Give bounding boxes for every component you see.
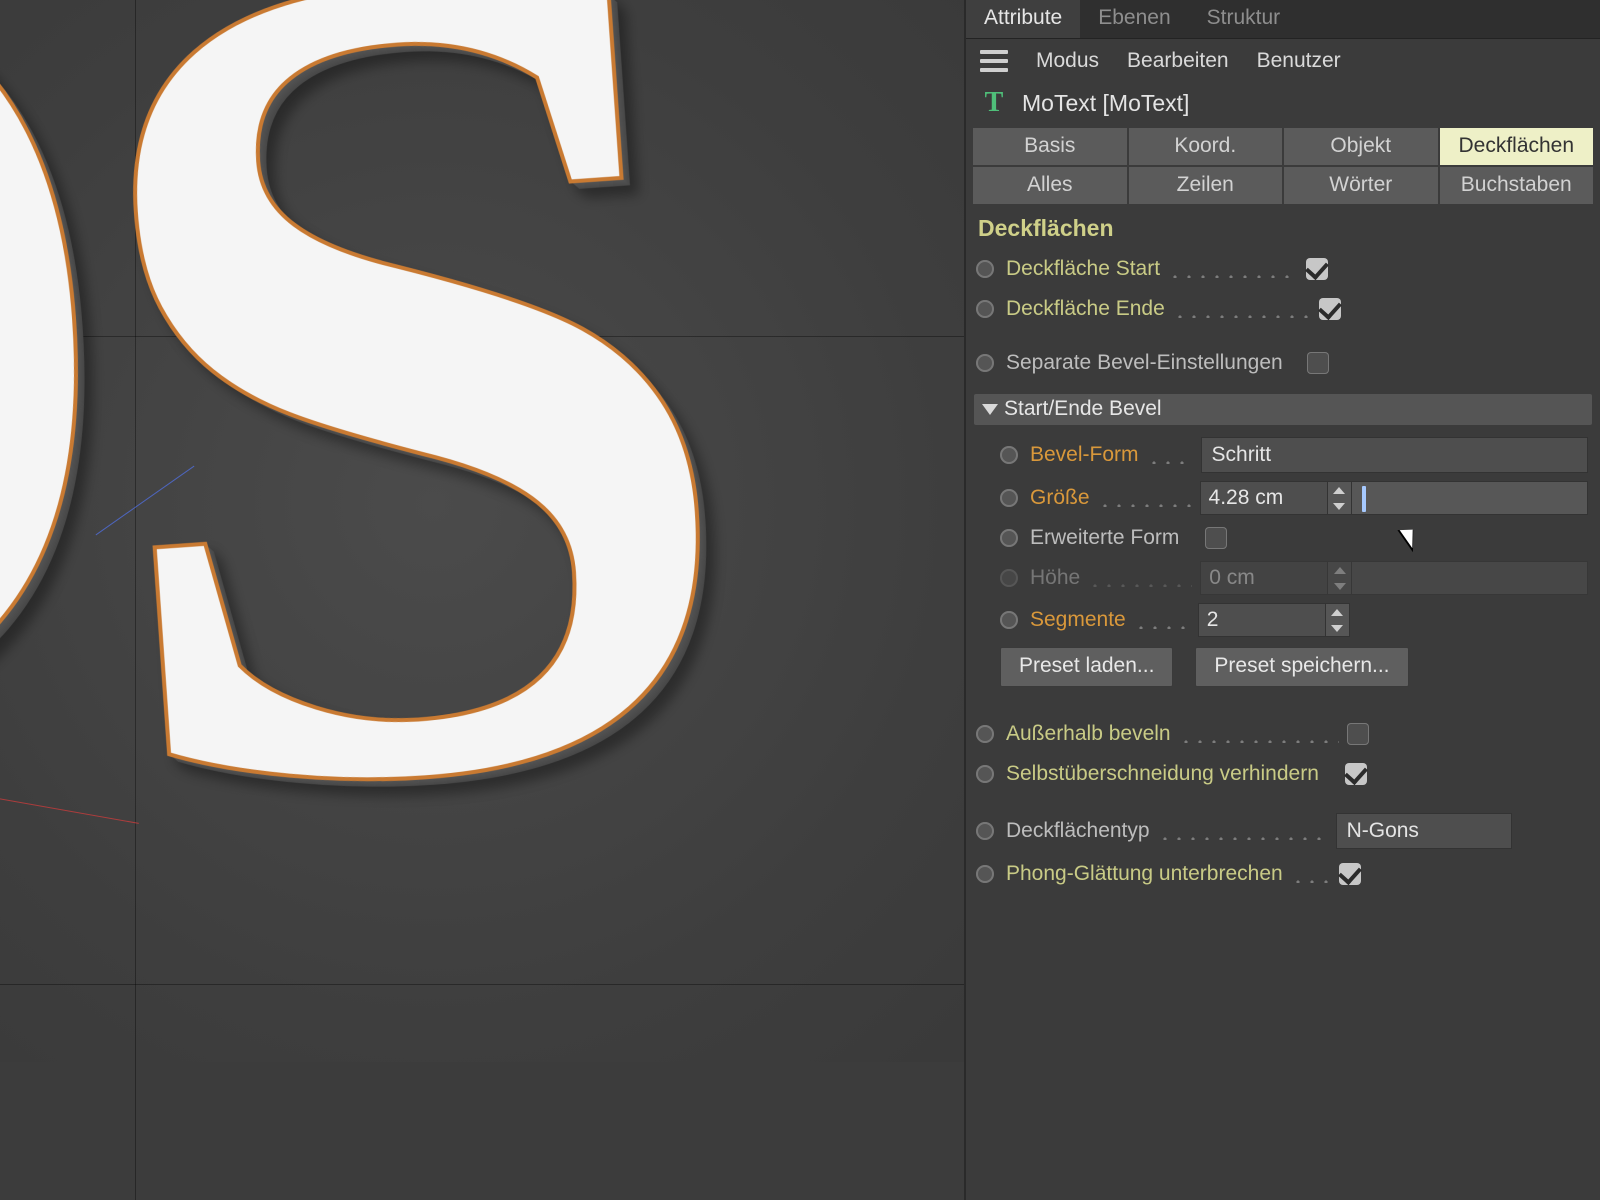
subtab-alles[interactable]: Alles xyxy=(972,166,1128,205)
subtab-woerter[interactable]: Wörter xyxy=(1283,166,1439,205)
hamburger-icon[interactable] xyxy=(980,50,1008,72)
slider-groesse[interactable] xyxy=(1352,481,1588,515)
dots-filler xyxy=(1147,446,1193,464)
row-groesse: Größe 4.28 cm xyxy=(966,477,1600,519)
button-preset-speichern[interactable]: Preset speichern... xyxy=(1195,647,1408,687)
menu-bearbeiten[interactable]: Bearbeiten xyxy=(1127,49,1229,73)
checkbox-deckflaeche-start[interactable] xyxy=(1306,258,1328,280)
dots-filler xyxy=(1173,300,1311,318)
row-deckflaeche-ende: Deckfläche Ende xyxy=(966,290,1600,328)
dots-filler xyxy=(1098,489,1192,507)
anim-dot-icon[interactable] xyxy=(976,260,994,278)
input-hoehe: 0 cm xyxy=(1200,561,1328,595)
subtab-buchstaben[interactable]: Buchstaben xyxy=(1439,166,1595,205)
viewport-3d[interactable]: D S ▲ xyxy=(0,0,964,1200)
anim-dot-icon[interactable] xyxy=(1000,611,1018,629)
tab-struktur[interactable]: Struktur xyxy=(1189,0,1299,38)
section-title: Deckflächen xyxy=(966,215,1600,250)
caret-down-icon xyxy=(982,404,998,415)
row-ausserhalb-beveln: Außerhalb beveln xyxy=(966,715,1600,753)
3d-letter-fragment: ▲ xyxy=(860,898,964,1200)
anim-dot-icon[interactable] xyxy=(1000,446,1018,464)
label-separate-bevel: Separate Bevel-Einstellungen xyxy=(1006,351,1283,375)
dots-filler xyxy=(1088,569,1192,587)
group-title: Start/Ende Bevel xyxy=(1004,397,1162,421)
checkbox-separate-bevel[interactable] xyxy=(1307,352,1329,374)
anim-dot-icon[interactable] xyxy=(1000,529,1018,547)
anim-dot-icon[interactable] xyxy=(976,765,994,783)
row-phong: Phong-Glättung unterbrechen xyxy=(966,855,1600,893)
anim-dot-icon[interactable] xyxy=(1000,489,1018,507)
menu-benutzer[interactable]: Benutzer xyxy=(1257,49,1341,73)
panel-tabs: Attribute Ebenen Struktur xyxy=(966,0,1600,39)
preset-buttons: Preset laden... Preset speichern... xyxy=(966,641,1600,699)
label-segmente: Segmente xyxy=(1030,608,1126,632)
dots-filler xyxy=(1168,260,1298,278)
object-header: T MoText [MoText] xyxy=(966,83,1600,127)
label-selbstueberschneidung: Selbstüberschneidung verhindern xyxy=(1006,762,1319,786)
tab-ebenen[interactable]: Ebenen xyxy=(1080,0,1188,38)
dots-filler xyxy=(1158,822,1328,840)
3d-letter-s: S xyxy=(33,0,782,1068)
row-selbstueberschneidung: Selbstüberschneidung verhindern xyxy=(966,755,1600,793)
dropdown-bevel-form[interactable]: Schritt xyxy=(1201,437,1588,473)
subtab-objekt[interactable]: Objekt xyxy=(1283,127,1439,166)
bevel-group: Bevel-Form Schritt Größe 4.28 cm xyxy=(966,433,1600,699)
object-subtabs: Basis Koord. Objekt Deckflächen Alles Ze… xyxy=(972,127,1594,205)
anim-dot-icon[interactable] xyxy=(976,300,994,318)
row-separate-bevel: Separate Bevel-Einstellungen xyxy=(966,344,1600,382)
row-deckflaeche-start: Deckfläche Start xyxy=(966,250,1600,288)
label-erweiterte-form: Erweiterte Form xyxy=(1030,526,1179,550)
anim-dot-icon[interactable] xyxy=(976,725,994,743)
attribute-toolbar: Modus Bearbeiten Benutzer xyxy=(966,39,1600,83)
subtab-koord[interactable]: Koord. xyxy=(1128,127,1284,166)
subtab-basis[interactable]: Basis xyxy=(972,127,1128,166)
checkbox-phong[interactable] xyxy=(1339,863,1361,885)
dots-filler xyxy=(1179,725,1339,743)
spinner-segmente[interactable] xyxy=(1326,603,1350,637)
button-preset-laden[interactable]: Preset laden... xyxy=(1000,647,1173,687)
label-deckflaechentyp: Deckflächentyp xyxy=(1006,819,1150,843)
tab-attribute[interactable]: Attribute xyxy=(966,0,1080,38)
spinner-hoehe xyxy=(1328,561,1352,595)
label-ausserhalb: Außerhalb beveln xyxy=(1006,722,1171,746)
menu-modus[interactable]: Modus xyxy=(1036,49,1099,73)
slider-thumb-icon xyxy=(1362,486,1366,512)
subtab-zeilen[interactable]: Zeilen xyxy=(1128,166,1284,205)
group-header-bevel[interactable]: Start/Ende Bevel xyxy=(974,394,1592,425)
attribute-panel: Attribute Ebenen Struktur Modus Bearbeit… xyxy=(964,0,1600,1200)
dots-filler xyxy=(1134,611,1190,629)
input-groesse[interactable]: 4.28 cm xyxy=(1200,481,1328,515)
object-name[interactable]: MoText [MoText] xyxy=(1022,90,1189,117)
dropdown-deckflaechentyp[interactable]: N-Gons xyxy=(1336,813,1512,849)
anim-dot-icon[interactable] xyxy=(976,865,994,883)
checkbox-deckflaeche-ende[interactable] xyxy=(1319,298,1341,320)
row-bevel-form: Bevel-Form Schritt xyxy=(966,433,1600,477)
label-hoehe: Höhe xyxy=(1030,566,1080,590)
anim-dot-icon[interactable] xyxy=(976,354,994,372)
checkbox-erweiterte-form[interactable] xyxy=(1205,527,1227,549)
row-hoehe: Höhe 0 cm xyxy=(966,557,1600,599)
row-deckflaechentyp: Deckflächentyp N-Gons xyxy=(966,809,1600,853)
label-deckflaeche-ende: Deckfläche Ende xyxy=(1006,297,1165,321)
row-erweiterte-form: Erweiterte Form xyxy=(966,519,1600,557)
anim-dot-icon[interactable] xyxy=(976,822,994,840)
anim-dot-icon xyxy=(1000,569,1018,587)
checkbox-selbstueberschneidung[interactable] xyxy=(1345,763,1367,785)
spinner-groesse[interactable] xyxy=(1328,481,1352,515)
row-segmente: Segmente 2 xyxy=(966,599,1600,641)
slider-hoehe xyxy=(1352,561,1588,595)
label-groesse: Größe xyxy=(1030,486,1090,510)
app-root: D S ▲ Attribute Ebenen Struktur Modus Be… xyxy=(0,0,1600,1200)
dots-filler xyxy=(1291,865,1331,883)
motext-icon: T xyxy=(980,89,1008,117)
input-segmente[interactable]: 2 xyxy=(1198,603,1326,637)
label-bevel-form: Bevel-Form xyxy=(1030,443,1139,467)
label-phong: Phong-Glättung unterbrechen xyxy=(1006,862,1283,886)
label-deckflaeche-start: Deckfläche Start xyxy=(1006,257,1160,281)
subtab-deckflaechen[interactable]: Deckflächen xyxy=(1439,127,1595,166)
checkbox-ausserhalb[interactable] xyxy=(1347,723,1369,745)
